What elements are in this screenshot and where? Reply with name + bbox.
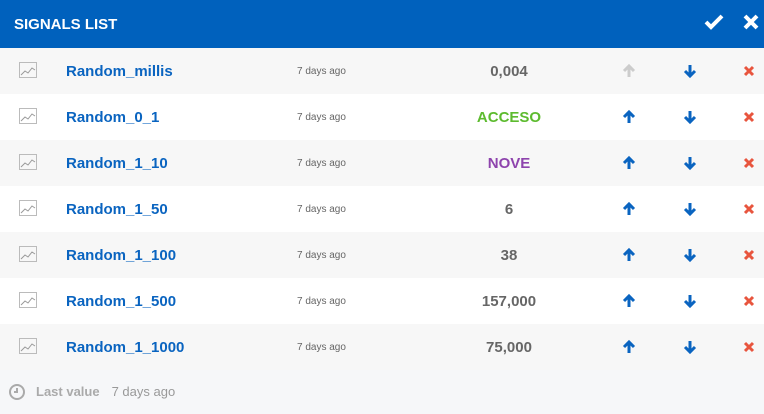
delete-icon[interactable] [743,157,755,169]
signal-value: 0,004 [490,62,528,80]
table-row: Random_0_1 7 days ago ACCESO [0,94,764,140]
signal-time: 7 days ago [297,203,346,215]
arrow-up-icon[interactable] [621,339,637,355]
chart-icon[interactable] [19,154,37,170]
signal-time: 7 days ago [297,341,346,353]
arrow-up-icon[interactable] [621,109,637,125]
last-value-time: 7 days ago [111,384,176,399]
clock-icon [9,383,25,400]
arrow-down-icon[interactable] [682,339,698,355]
check-icon [704,14,724,30]
signal-name[interactable]: Random_1_10 [66,155,168,172]
delete-icon[interactable] [743,65,755,77]
header: SIGNALS LIST [0,0,764,48]
arrow-down-icon[interactable] [682,109,698,125]
arrow-up-icon[interactable] [621,63,637,79]
signal-value: 157,000 [481,292,537,310]
signal-time: 7 days ago [297,157,346,169]
table-row: Random_1_500 7 days ago 157,000 [0,278,764,324]
signal-value: 6 [504,200,514,218]
last-value-label: Last value [36,384,100,399]
arrow-down-icon[interactable] [682,293,698,309]
delete-icon[interactable] [743,249,755,261]
chart-icon[interactable] [19,62,37,78]
arrow-up-icon[interactable] [621,155,637,171]
signal-value: 75,000 [486,338,532,356]
delete-icon[interactable] [743,111,755,123]
table-row: Random_millis 7 days ago 0,004 [0,48,764,94]
arrow-down-icon[interactable] [682,201,698,217]
signal-name[interactable]: Random_millis [66,63,173,80]
close-button[interactable] [742,12,760,38]
arrow-up-icon[interactable] [621,293,637,309]
delete-icon[interactable] [743,203,755,215]
table-row: Random_1_50 7 days ago 6 [0,186,764,232]
table-row: Random_1_100 7 days ago 38 [0,232,764,278]
confirm-button[interactable] [703,12,725,38]
signal-name[interactable]: Random_1_100 [66,247,176,264]
signal-name[interactable]: Random_1_1000 [66,339,184,356]
arrow-up-icon[interactable] [621,201,637,217]
chart-icon[interactable] [19,292,37,308]
signals-list: Random_millis 7 days ago 0,004 Random_0_… [0,48,764,370]
delete-icon[interactable] [743,295,755,307]
arrow-up-icon[interactable] [621,247,637,263]
footer: Last value 7 days ago [0,370,764,413]
signal-name[interactable]: Random_0_1 [66,109,159,126]
signal-value: ACCESO [476,108,542,126]
arrow-down-icon[interactable] [682,63,698,79]
chart-icon[interactable] [19,200,37,216]
signal-name[interactable]: Random_1_500 [66,293,176,310]
arrow-down-icon[interactable] [682,155,698,171]
arrow-down-icon[interactable] [682,247,698,263]
chart-icon[interactable] [19,246,37,262]
table-row: Random_1_10 7 days ago NOVE [0,140,764,186]
signal-value: NOVE [487,154,531,172]
chart-icon[interactable] [19,338,37,354]
delete-icon[interactable] [743,341,755,353]
signal-time: 7 days ago [297,249,346,261]
chart-icon[interactable] [19,108,37,124]
table-row: Random_1_1000 7 days ago 75,000 [0,324,764,370]
page-title: SIGNALS LIST [14,15,118,33]
signal-time: 7 days ago [297,65,346,77]
signal-name[interactable]: Random_1_50 [66,201,168,218]
signal-time: 7 days ago [297,111,346,123]
close-icon [743,14,759,30]
signal-value: 38 [500,246,518,264]
signal-time: 7 days ago [297,295,346,307]
